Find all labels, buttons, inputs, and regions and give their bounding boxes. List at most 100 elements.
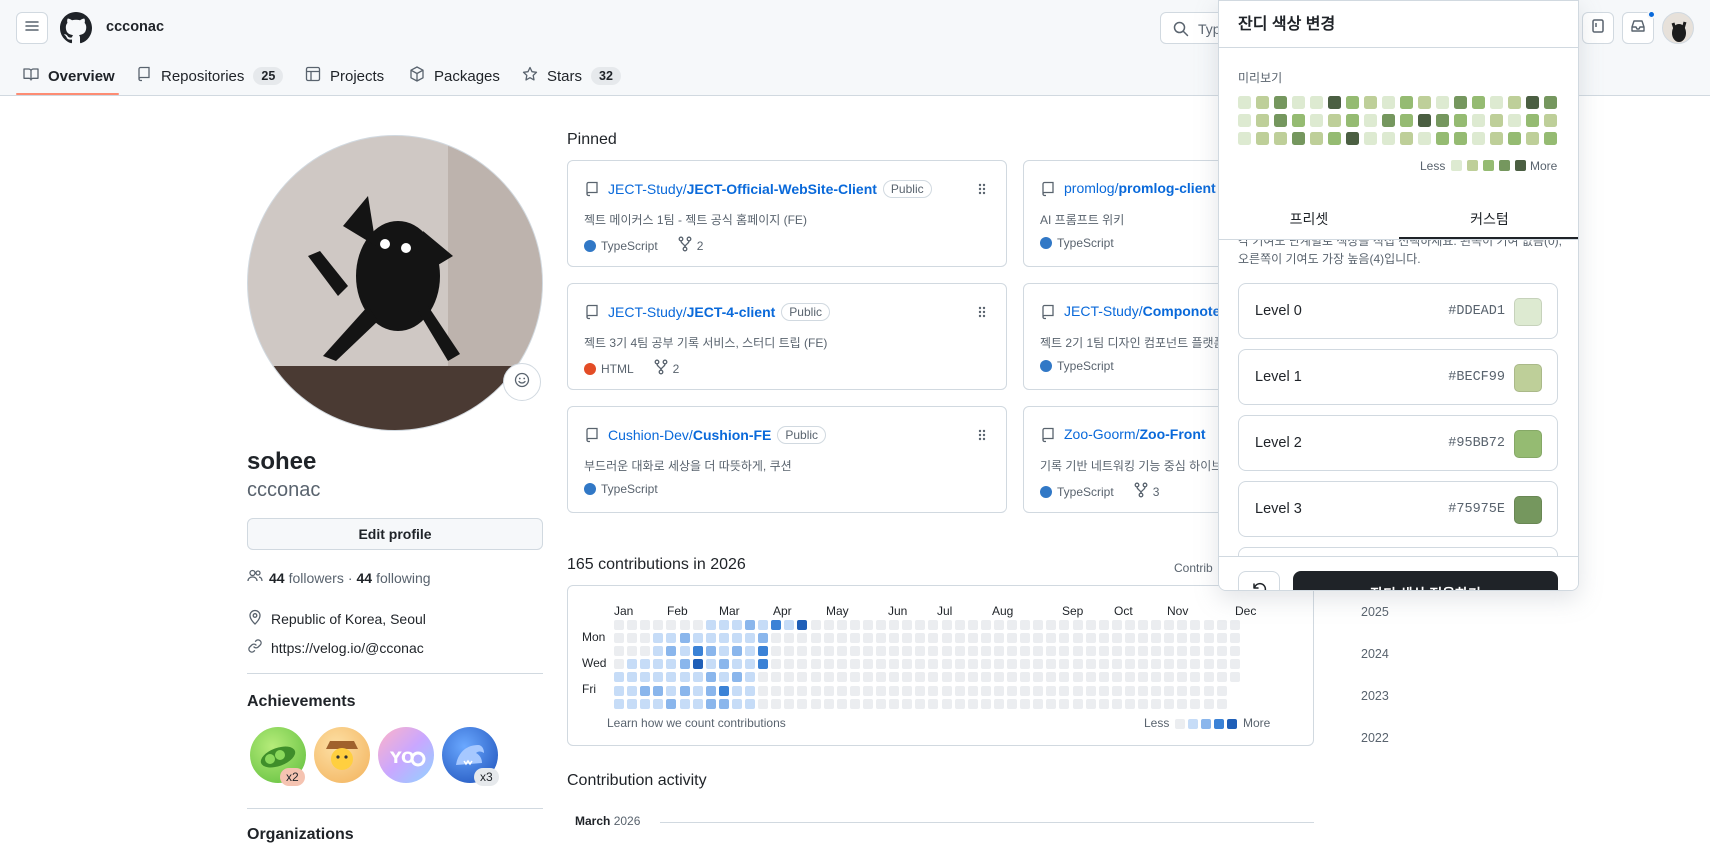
contribution-day-cell[interactable]: [1020, 698, 1031, 709]
contribution-day-cell[interactable]: [692, 698, 703, 709]
contribution-day-cell[interactable]: [614, 672, 624, 683]
contribution-day-cell[interactable]: [1229, 659, 1240, 670]
contribution-day-cell[interactable]: [941, 659, 952, 670]
repo-forks[interactable]: 3: [1153, 485, 1160, 499]
contribution-day-cell[interactable]: [784, 685, 795, 696]
contribution-day-cell[interactable]: [980, 698, 991, 709]
contribution-day-cell[interactable]: [627, 633, 638, 644]
github-logo-icon[interactable]: [60, 12, 92, 49]
year-link[interactable]: 2024: [1361, 647, 1389, 661]
contribution-day-cell[interactable]: [849, 633, 860, 644]
contribution-day-cell[interactable]: [1072, 646, 1083, 657]
following-label[interactable]: following: [376, 570, 430, 586]
contribution-day-cell[interactable]: [705, 698, 716, 709]
drag-handle-icon[interactable]: [976, 181, 988, 202]
contribution-day-cell[interactable]: [1177, 659, 1188, 670]
contribution-day-cell[interactable]: [797, 659, 808, 670]
contribution-day-cell[interactable]: [1190, 672, 1201, 683]
contribution-day-cell[interactable]: [862, 620, 873, 630]
contribution-day-cell[interactable]: [692, 685, 703, 696]
contribution-day-cell[interactable]: [1177, 685, 1188, 696]
contribution-day-cell[interactable]: [1190, 620, 1201, 630]
contribution-day-cell[interactable]: [745, 646, 755, 657]
contribution-day-cell[interactable]: [1020, 659, 1031, 670]
tab-projects[interactable]: Projects: [305, 56, 384, 96]
contribution-day-cell[interactable]: [1007, 685, 1017, 696]
contribution-day-cell[interactable]: [862, 672, 873, 683]
contribution-day-cell[interactable]: [797, 646, 808, 657]
pinned-repo-card[interactable]: Cushion-Dev/Cushion-FE Public 부드러운 대화로 세상…: [567, 406, 1007, 513]
contribution-day-cell[interactable]: [1059, 659, 1070, 670]
contribution-day-cell[interactable]: [862, 698, 873, 709]
level-color-row[interactable]: Level 2 #95BB72: [1238, 415, 1558, 471]
contribution-day-cell[interactable]: [1007, 659, 1017, 670]
contribution-day-cell[interactable]: [692, 633, 703, 644]
level-hex[interactable]: #75975E: [1448, 502, 1505, 517]
contribution-day-cell[interactable]: [1046, 620, 1057, 630]
contribution-day-cell[interactable]: [1151, 646, 1162, 657]
followers-count[interactable]: 44: [269, 570, 285, 586]
contribution-day-cell[interactable]: [731, 685, 742, 696]
contribution-day-cell[interactable]: [1085, 633, 1096, 644]
contribution-day-cell[interactable]: [836, 633, 847, 644]
contribution-day-cell[interactable]: [836, 698, 847, 709]
header-username[interactable]: ccconac: [106, 19, 164, 35]
contribution-day-cell[interactable]: [640, 685, 651, 696]
reset-button[interactable]: [1238, 571, 1280, 590]
contribution-day-cell[interactable]: [1033, 620, 1044, 630]
contribution-day-cell[interactable]: [928, 659, 939, 670]
contribution-day-cell[interactable]: [1020, 672, 1031, 683]
achievement-yolo[interactable]: YO: [378, 727, 434, 783]
contribution-day-cell[interactable]: [1085, 698, 1096, 709]
contribution-day-cell[interactable]: [758, 698, 769, 709]
tab-stars[interactable]: Stars 32: [522, 56, 621, 96]
contribution-day-cell[interactable]: [627, 672, 638, 683]
contribution-day-cell[interactable]: [823, 659, 834, 670]
contribution-day-cell[interactable]: [967, 620, 978, 630]
contribution-day-cell[interactable]: [1229, 646, 1240, 657]
contribution-day-cell[interactable]: [980, 659, 991, 670]
contribution-day-cell[interactable]: [745, 659, 755, 670]
contribution-day-cell[interactable]: [718, 685, 729, 696]
contribution-day-cell[interactable]: [980, 672, 991, 683]
contribution-day-cell[interactable]: [1059, 698, 1070, 709]
inbox-button[interactable]: [1622, 10, 1656, 44]
contribution-day-cell[interactable]: [1190, 698, 1201, 709]
contribution-day-cell[interactable]: [1190, 659, 1201, 670]
contribution-day-cell[interactable]: [862, 633, 873, 644]
contribution-day-cell[interactable]: [705, 620, 716, 630]
contribution-day-cell[interactable]: [993, 620, 1004, 630]
contribution-day-cell[interactable]: [928, 633, 939, 644]
contribution-day-cell[interactable]: [1020, 646, 1031, 657]
contribution-day-cell[interactable]: [902, 672, 913, 683]
contribution-day-cell[interactable]: [679, 685, 690, 696]
contribution-day-cell[interactable]: [614, 659, 624, 670]
contribution-day-cell[interactable]: [745, 672, 755, 683]
contribution-day-cell[interactable]: [771, 698, 782, 709]
level-color-swatch[interactable]: [1514, 364, 1542, 392]
contribution-day-cell[interactable]: [1020, 633, 1031, 644]
contribution-day-cell[interactable]: [980, 633, 991, 644]
contribution-day-cell[interactable]: [1229, 633, 1240, 644]
contribution-day-cell[interactable]: [1203, 620, 1214, 630]
contribution-day-cell[interactable]: [889, 646, 900, 657]
level-hex[interactable]: #DDEAD1: [1448, 304, 1505, 319]
contribution-day-cell[interactable]: [1216, 633, 1227, 644]
level-hex[interactable]: #95BB72: [1448, 436, 1505, 451]
level-color-swatch[interactable]: [1514, 496, 1542, 524]
contribution-day-cell[interactable]: [954, 698, 965, 709]
contribution-day-cell[interactable]: [640, 672, 651, 683]
contribution-day-cell[interactable]: [653, 685, 664, 696]
tab-repositories[interactable]: Repositories 25: [136, 56, 284, 96]
contribution-day-cell[interactable]: [758, 646, 769, 657]
contribution-day-cell[interactable]: [967, 698, 978, 709]
contribution-day-cell[interactable]: [1033, 672, 1044, 683]
contribution-day-cell[interactable]: [876, 646, 886, 657]
contribution-day-cell[interactable]: [745, 633, 755, 644]
website-link[interactable]: https://velog.io/@cconac: [271, 640, 424, 656]
contribution-day-cell[interactable]: [1203, 672, 1214, 683]
contribution-day-cell[interactable]: [771, 672, 782, 683]
contribution-day-cell[interactable]: [849, 646, 860, 657]
contribution-day-cell[interactable]: [771, 633, 782, 644]
contribution-day-cell[interactable]: [771, 659, 782, 670]
